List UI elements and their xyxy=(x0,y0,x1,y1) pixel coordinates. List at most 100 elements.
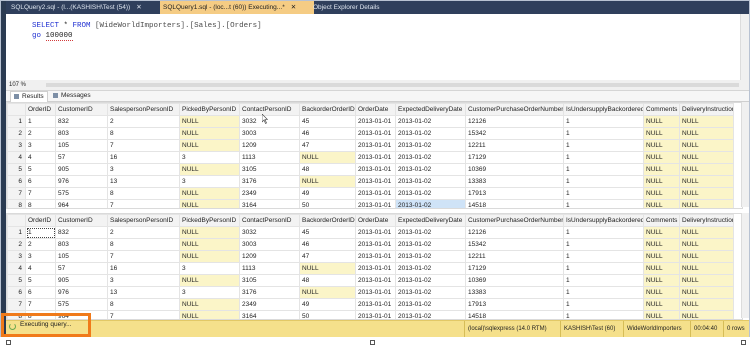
table-cell[interactable]: NULL xyxy=(643,127,680,140)
table-cell[interactable]: 1209 xyxy=(239,250,300,263)
column-header[interactable] xyxy=(7,103,26,116)
table-row[interactable]: 2 2 803 8 NULL 3003 46 2013-01-01 2013-01-02 1534… xyxy=(7,238,734,251)
table-cell[interactable]: 8 xyxy=(107,298,180,311)
table-cell[interactable]: NULL xyxy=(643,199,680,208)
table-cell[interactable]: 46 xyxy=(299,127,356,140)
table-cell[interactable]: NULL xyxy=(679,250,734,263)
table-cell[interactable]: 6 xyxy=(25,175,56,188)
table-cell[interactable]: 2013-01-01 xyxy=(355,238,396,251)
table-cell[interactable]: 47 xyxy=(299,250,356,263)
table-cell[interactable]: 976 xyxy=(55,286,108,299)
grid-scrollbar-2[interactable] xyxy=(741,213,749,318)
column-header[interactable]: SalespersonPersonID xyxy=(107,103,180,116)
table-cell[interactable]: 2013-01-01 xyxy=(355,226,396,239)
column-header[interactable]: OrderID xyxy=(25,214,56,227)
table-cell[interactable]: 803 xyxy=(55,238,108,251)
table-cell[interactable]: 1 xyxy=(563,262,644,275)
column-header[interactable]: BackorderOrderID xyxy=(299,103,356,116)
table-cell[interactable]: 2013-01-01 xyxy=(355,175,396,188)
table-cell[interactable]: 13383 xyxy=(465,286,564,299)
table-cell[interactable]: 2 xyxy=(107,115,180,128)
table-cell[interactable]: NULL xyxy=(643,187,680,200)
table-cell[interactable]: NULL xyxy=(679,310,734,319)
table-cell[interactable]: 575 xyxy=(55,298,108,311)
table-cell[interactable]: 3003 xyxy=(239,127,300,140)
table-cell[interactable]: 2013-01-02 xyxy=(395,286,466,299)
table-cell[interactable]: 13 xyxy=(107,175,180,188)
table-cell[interactable]: NULL xyxy=(179,199,240,208)
table-cell[interactable]: NULL xyxy=(643,139,680,152)
table-cell[interactable]: NULL xyxy=(299,175,356,188)
table-cell[interactable]: 2013-01-02 xyxy=(395,250,466,263)
table-cell[interactable]: 3176 xyxy=(239,175,300,188)
table-cell[interactable]: 2349 xyxy=(239,298,300,311)
table-cell[interactable]: 8 xyxy=(107,187,180,200)
row-number[interactable]: 4 xyxy=(7,262,26,275)
table-cell[interactable]: 47 xyxy=(299,139,356,152)
table-cell[interactable]: 2013-01-02 xyxy=(395,163,466,176)
column-header[interactable]: CustomerPurchaseOrderNumber xyxy=(465,214,564,227)
table-cell[interactable]: 2013-01-01 xyxy=(355,127,396,140)
table-row[interactable]: 7 7 575 8 NULL 2349 49 2013-01-01 2013-01-02 1791… xyxy=(7,187,734,200)
table-cell[interactable]: 2013-01-01 xyxy=(355,151,396,164)
table-cell[interactable]: NULL xyxy=(643,175,680,188)
table-cell[interactable]: NULL xyxy=(643,163,680,176)
table-cell[interactable]: 1113 xyxy=(239,262,300,275)
table-cell[interactable]: 2013-01-01 xyxy=(355,199,396,208)
table-cell[interactable]: 1 xyxy=(563,286,644,299)
table-cell[interactable]: 3 xyxy=(179,286,240,299)
table-cell[interactable]: 2013-01-01 xyxy=(355,262,396,275)
table-cell[interactable]: NULL xyxy=(679,199,734,208)
table-cell[interactable]: 2013-01-01 xyxy=(355,139,396,152)
grid-scrollbar-1[interactable] xyxy=(741,102,749,207)
column-header[interactable]: BackorderOrderID xyxy=(299,214,356,227)
table-cell[interactable]: 2013-01-02 xyxy=(395,199,466,208)
table-cell[interactable]: 832 xyxy=(55,226,108,239)
table-cell[interactable]: NULL xyxy=(179,163,240,176)
table-row[interactable]: 2 2 803 8 NULL 3003 46 2013-01-01 2013-01-02 1534… xyxy=(7,127,734,140)
table-cell[interactable]: 1209 xyxy=(239,139,300,152)
row-number[interactable]: 7 xyxy=(7,298,26,311)
table-cell[interactable]: 2013-01-02 xyxy=(395,238,466,251)
table-cell[interactable]: 575 xyxy=(55,187,108,200)
table-cell[interactable]: 45 xyxy=(299,226,356,239)
table-cell[interactable]: 2349 xyxy=(239,187,300,200)
editor-scrollbar[interactable] xyxy=(740,14,749,80)
table-cell[interactable]: 2013-01-02 xyxy=(395,139,466,152)
table-cell[interactable]: 46 xyxy=(299,238,356,251)
row-number[interactable]: 2 xyxy=(7,127,26,140)
table-cell[interactable]: 13 xyxy=(107,286,180,299)
table-cell[interactable]: NULL xyxy=(179,250,240,263)
table-cell[interactable]: 4 xyxy=(25,262,56,275)
tab-sqlquery2[interactable]: SQLQuery2.sql - (l...(KASHISH\Test (54))… xyxy=(8,1,162,14)
results-grid-1[interactable]: OrderID CustomerID SalespersonPersonID Pick… xyxy=(6,102,743,209)
column-header[interactable]: DeliveryInstructions xyxy=(679,214,734,227)
table-cell[interactable]: NULL xyxy=(179,127,240,140)
table-cell[interactable]: NULL xyxy=(299,262,356,275)
close-icon[interactable]: ✕ xyxy=(136,4,141,11)
row-number[interactable]: 6 xyxy=(7,286,26,299)
table-cell[interactable]: 2013-01-02 xyxy=(395,298,466,311)
row-number[interactable]: 3 xyxy=(7,139,26,152)
table-cell[interactable]: 976 xyxy=(55,175,108,188)
table-row[interactable]: 5 5 905 3 NULL 3105 48 2013-01-01 2013-01-02 1036… xyxy=(7,274,734,287)
table-cell[interactable]: 17913 xyxy=(465,298,564,311)
table-cell[interactable]: 5 xyxy=(25,274,56,287)
column-header[interactable]: IsUndersupplyBackordered xyxy=(563,214,644,227)
tab-sqlquery1[interactable]: SQLQuery1.sql - (loc...t (60)) Executing… xyxy=(160,1,314,14)
table-cell[interactable]: 964 xyxy=(55,199,108,208)
table-cell[interactable]: NULL xyxy=(179,139,240,152)
table-cell[interactable]: 15342 xyxy=(465,238,564,251)
table-cell[interactable]: 3105 xyxy=(239,274,300,287)
table-cell[interactable]: 3032 xyxy=(239,115,300,128)
table-cell[interactable]: 2013-01-01 xyxy=(355,298,396,311)
table-cell[interactable]: 1 xyxy=(563,115,644,128)
table-cell[interactable]: 1 xyxy=(563,310,644,319)
table-row[interactable]: 8 8 964 7 NULL 3164 50 2013-01-01 2013-01-02 1451… xyxy=(7,310,734,319)
query-editor[interactable]: SELECT * FROM [WideWorldImporters].[Sale… xyxy=(6,14,749,81)
table-cell[interactable]: NULL xyxy=(643,274,680,287)
table-cell[interactable]: NULL xyxy=(679,298,734,311)
table-cell[interactable]: 1 xyxy=(563,139,644,152)
table-cell[interactable]: NULL xyxy=(679,163,734,176)
table-cell[interactable]: 2013-01-01 xyxy=(355,187,396,200)
